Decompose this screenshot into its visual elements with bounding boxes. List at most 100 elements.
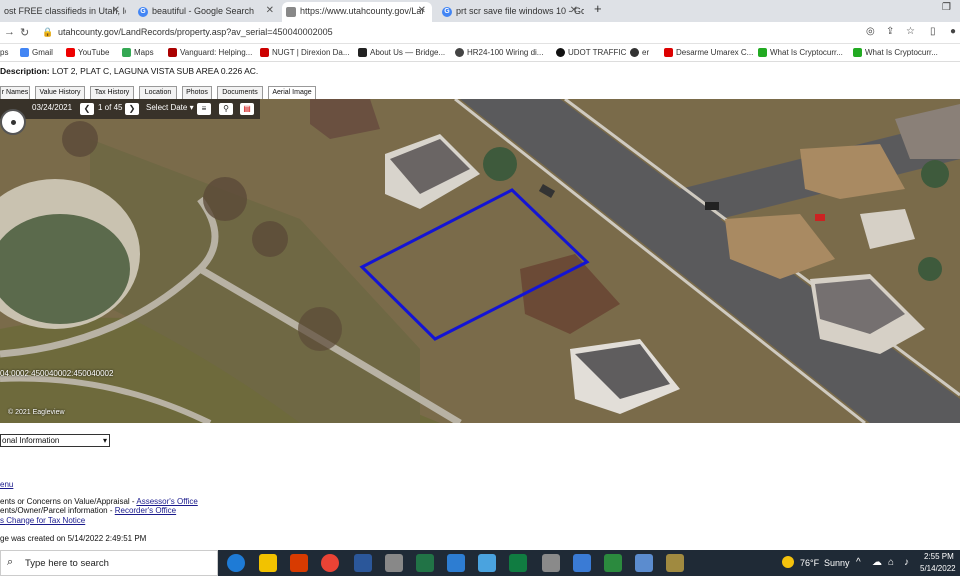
tab-title: prt scr save file windows 10 - Go — [456, 6, 584, 16]
bookmark-youtube[interactable]: YouTube — [66, 44, 109, 62]
aerial-toolbar: 03/24/2021 ❮ 1 of 45 ❯ Select Date ▾ ≡ ⚲… — [0, 99, 260, 119]
side-panel-icon[interactable]: ▯ — [930, 26, 936, 37]
tab-owner-names[interactable]: r Names — [0, 86, 30, 99]
info-links: enu ents or Concerns on Value/Appraisal … — [0, 480, 198, 525]
tab-photos[interactable]: Photos — [182, 86, 212, 99]
taskbar-search[interactable]: ⌕ Type here to search — [0, 550, 218, 576]
tab-aerial-image[interactable]: Aerial Image — [268, 86, 316, 99]
bridge-icon — [358, 48, 367, 58]
bookmark-maps[interactable]: Maps — [122, 44, 154, 62]
bookmark-hr24[interactable]: HR24-100 Wiring di... — [455, 44, 543, 62]
bookmark-er[interactable]: er — [630, 44, 649, 62]
taskbar-search-input[interactable]: Type here to search — [25, 558, 109, 569]
link-row-address-change: s Change for Tax Notice — [0, 516, 198, 526]
eye-off-icon[interactable]: ◎ — [866, 26, 875, 37]
image-date: 03/24/2021 — [32, 103, 73, 112]
paint-icon[interactable] — [635, 554, 653, 572]
close-icon[interactable]: ✕ — [112, 2, 120, 20]
google-icon — [20, 48, 29, 58]
google-icon: G — [442, 6, 452, 17]
profile-icon[interactable]: ● — [950, 26, 956, 37]
umarex-icon — [664, 48, 673, 58]
bookmark-nugt[interactable]: NUGT | Direxion Da... — [260, 44, 350, 62]
notepad-icon[interactable] — [542, 554, 560, 572]
address-change-link[interactable]: s Change for Tax Notice — [0, 516, 85, 525]
browser-tab-classifieds[interactable]: ost FREE classifieds in Utah, Idal ✕ — [0, 2, 126, 22]
excel-icon[interactable] — [416, 554, 434, 572]
eagleview-copyright: © 2021 Eagleview — [8, 409, 65, 416]
udot-icon — [556, 48, 565, 58]
layers-icon[interactable]: ≡ — [197, 103, 211, 115]
browser-tab-google[interactable]: Gbeautiful - Google Search ✕ — [134, 2, 280, 22]
additional-information-select[interactable]: onal Information ▾ — [0, 434, 110, 447]
cloud-icon[interactable]: ☁ — [872, 557, 882, 568]
clock-date[interactable]: 5/14/2022 — [920, 564, 956, 573]
recorders-office-link[interactable]: Recorder's Office — [115, 506, 176, 515]
word-icon[interactable] — [354, 554, 372, 572]
clock-time[interactable]: 2:55 PM — [924, 552, 954, 561]
forward-icon[interactable]: → — [4, 26, 15, 38]
photos-icon[interactable] — [447, 554, 465, 572]
snipping-tool-icon[interactable] — [478, 554, 496, 572]
prev-image-button[interactable]: ❮ — [80, 103, 94, 115]
volume-icon[interactable]: ♪ — [904, 557, 909, 568]
tab-value-history[interactable]: Value History — [35, 86, 85, 99]
calculator-icon[interactable] — [385, 554, 403, 572]
description-label: Description: — [0, 66, 50, 76]
app-icon[interactable] — [666, 554, 684, 572]
link-row-recorder: ents/Owner/Parcel information - Recorder… — [0, 506, 177, 515]
excel-doc-icon[interactable] — [604, 554, 622, 572]
bookmark-umarex[interactable]: Desarme Umarex C... — [664, 44, 753, 62]
property-description: Description: LOT 2, PLAT C, LAGUNA VISTA… — [0, 66, 258, 76]
tab-location[interactable]: Location — [139, 86, 177, 99]
bookmark-crypto-2[interactable]: What Is Cryptocurr... — [853, 44, 938, 62]
chrome-icon[interactable] — [321, 554, 339, 572]
close-icon[interactable]: ✕ — [570, 2, 578, 20]
network-icon[interactable]: ⌂ — [888, 557, 894, 568]
maps-icon — [122, 48, 131, 58]
spreadsheet-icon[interactable] — [509, 554, 527, 572]
tab-documents[interactable]: Documents — [217, 86, 263, 99]
browser-tab-utahcounty[interactable]: https://www.utahcounty.gov/Lar ✕ — [282, 2, 432, 22]
assessors-office-link[interactable]: Assessor's Office — [136, 497, 197, 506]
chevron-up-icon[interactable]: ^ — [856, 557, 861, 568]
star-icon[interactable]: ☆ — [906, 26, 915, 37]
lock-icon[interactable]: 🔒 — [42, 27, 53, 38]
menu-link[interactable]: enu — [0, 480, 198, 490]
pin-icon[interactable]: ⚲ — [219, 103, 233, 115]
bookmark-apps[interactable]: ps — [0, 44, 8, 62]
direxion-icon — [260, 48, 269, 58]
hr24-icon — [455, 48, 464, 58]
pdf-icon[interactable]: ▤ — [240, 103, 254, 115]
aerial-photo — [0, 99, 960, 423]
weather-text[interactable]: Sunny — [824, 558, 850, 568]
office-icon[interactable] — [290, 554, 308, 572]
new-tab-button[interactable]: + — [594, 1, 602, 16]
bookmark-bridge[interactable]: About Us — Bridge... — [358, 44, 445, 62]
globe-icon — [630, 48, 639, 58]
page-icon — [286, 6, 296, 17]
bookmark-crypto-1[interactable]: What Is Cryptocurr... — [758, 44, 843, 62]
tab-title: beautiful - Google Search — [152, 6, 255, 16]
file-explorer-icon[interactable] — [259, 554, 277, 572]
bookmark-udot[interactable]: UDOT TRAFFIC — [556, 44, 626, 62]
compass-icon[interactable] — [0, 109, 26, 135]
weather-temp[interactable]: 76°F — [800, 558, 819, 568]
browser-tab-prtscr[interactable]: Gprt scr save file windows 10 - Go ✕ — [438, 2, 584, 22]
sun-icon[interactable] — [782, 556, 794, 568]
close-icon[interactable]: ✕ — [418, 2, 426, 20]
tab-title: https://www.utahcounty.gov/Lar — [300, 6, 425, 16]
bookmark-gmail[interactable]: Gmail — [20, 44, 53, 62]
edge-icon[interactable] — [227, 554, 245, 572]
bookmark-vanguard[interactable]: Vanguard: Helping... — [168, 44, 252, 62]
close-icon[interactable]: ✕ — [266, 2, 274, 20]
tab-tax-history[interactable]: Tax History — [90, 86, 134, 99]
aerial-image-viewer[interactable]: 03/24/2021 ❮ 1 of 45 ❯ Select Date ▾ ≡ ⚲… — [0, 99, 960, 423]
share-icon[interactable]: ⇪ — [886, 26, 894, 37]
reload-icon[interactable]: ↻ — [20, 26, 29, 39]
restore-window-icon[interactable]: ❐ — [942, 2, 951, 13]
word-doc-icon[interactable] — [573, 554, 591, 572]
select-date-dropdown[interactable]: Select Date ▾ — [146, 103, 194, 112]
url-input[interactable]: utahcounty.gov/LandRecords/property.asp?… — [58, 27, 333, 37]
next-image-button[interactable]: ❯ — [125, 103, 139, 115]
